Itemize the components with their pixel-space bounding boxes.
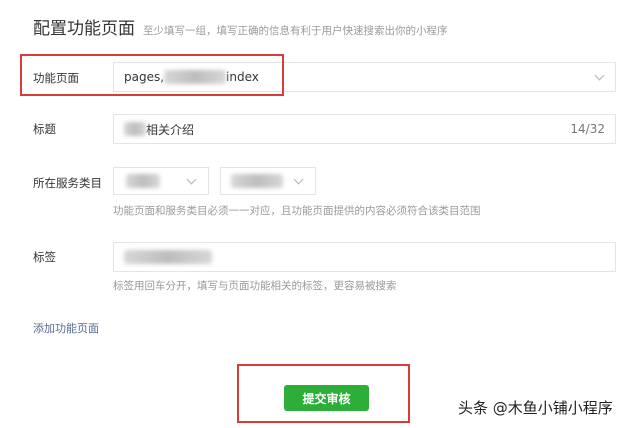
chevron-down-icon [594,70,605,81]
chevron-down-icon [293,174,304,185]
page-field-label: 功能页面 [33,71,79,85]
page-select[interactable]: pages, index [113,62,616,92]
blurred-text [164,70,227,84]
blurred-text [124,250,212,264]
tags-input[interactable] [113,242,616,272]
title-input[interactable]: 相关介绍 14/32 [113,114,616,144]
submit-review-button[interactable]: 提交审核 [284,385,369,411]
blurred-text [231,174,283,188]
category-field-label: 所在服务类目 [33,176,102,190]
blurred-text [124,122,146,136]
title-value: 相关介绍 [146,122,195,137]
page-value-prefix: pages, [124,70,165,84]
page-value-suffix: index [226,70,259,84]
category-select-1[interactable] [113,167,209,195]
title-field-label: 标题 [33,122,56,136]
page-hint: 至少填写一组，填写正确的信息有利于用户快速搜索出你的小程序 [143,25,448,37]
add-page-link[interactable]: 添加功能页面 [33,320,99,336]
blurred-text [126,174,160,188]
page-title: 配置功能页面 [33,19,135,39]
watermark: 头条 @木鱼小铺小程序 [458,399,613,417]
tags-hint: 标签用回车分开，填写与页面功能相关的标签，更容易被搜索 [113,280,397,292]
category-select-2[interactable] [220,167,316,195]
section-header: 配置功能页面 至少填写一组，填写正确的信息有利于用户快速搜索出你的小程序 [33,14,448,39]
chevron-down-icon [186,174,197,185]
category-hint: 功能页面和服务类目必须一一对应，且功能页面提供的内容必须符合该类目范围 [113,205,481,217]
tags-field-label: 标签 [33,250,56,264]
title-counter: 14/32 [570,122,605,136]
